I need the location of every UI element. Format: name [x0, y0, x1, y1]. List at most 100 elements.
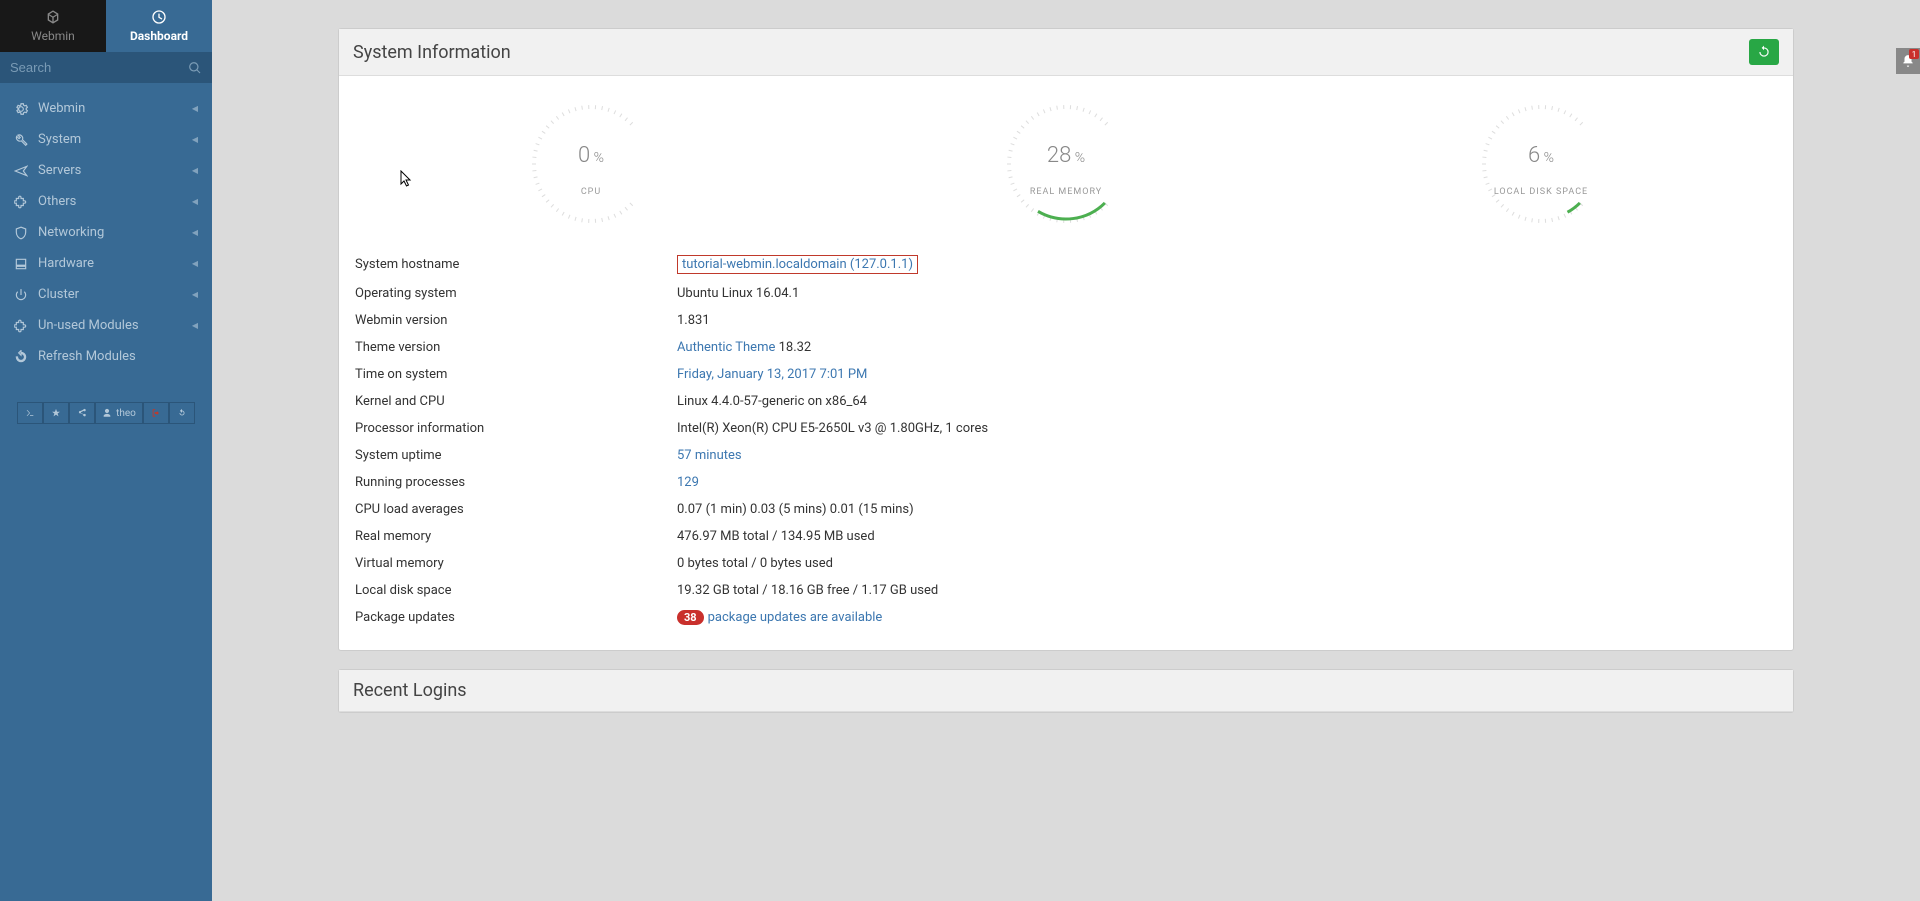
panel-sysinfo-header: System Information: [339, 29, 1793, 76]
share-button[interactable]: [69, 402, 95, 424]
shield-icon: [14, 226, 28, 240]
nav-item-label: Hardware: [38, 256, 94, 271]
tab-webmin-label: Webmin: [31, 29, 75, 43]
bottom-bar: theo: [0, 402, 212, 424]
gauge-mem: 28 % REAL MEMORY: [976, 94, 1156, 228]
panel-title: System Information: [353, 42, 511, 63]
chevron-left-icon: ◀: [192, 166, 198, 175]
search-input[interactable]: [10, 60, 188, 75]
notif-badge: 1: [1909, 49, 1919, 59]
sidebar-tabs: Webmin Dashboard: [0, 0, 212, 52]
search-icon[interactable]: [188, 61, 202, 75]
panel-sysinfo: System Information 0 % CPU 28 % REAL MEM…: [338, 28, 1794, 651]
info-table: System hostname tutorial-webmin.localdom…: [353, 248, 1779, 632]
uptime-value[interactable]: 57 minutes: [677, 448, 742, 463]
panel-sysinfo-body: 0 % CPU 28 % REAL MEMORY 6 % LOCAL DISK …: [339, 76, 1793, 650]
power-icon: [14, 288, 28, 302]
svg-text:0 %: 0 %: [578, 143, 604, 168]
virtmem-value: 0 bytes total / 0 bytes used: [677, 551, 1777, 576]
tab-dashboard[interactable]: Dashboard: [106, 0, 212, 52]
nav-item-label: Cluster: [38, 287, 79, 302]
logout-button[interactable]: [143, 402, 169, 424]
nav-item-webmin[interactable]: Webmin ◀: [0, 93, 212, 124]
nav-item-label: Un-used Modules: [38, 318, 139, 333]
webminver-label: Webmin version: [355, 308, 675, 333]
time-label: Time on system: [355, 362, 675, 387]
gauge-disk: 6 % LOCAL DISK SPACE: [1451, 94, 1631, 228]
refresh-icon: [14, 350, 28, 364]
nav-item-networking[interactable]: Networking ◀: [0, 217, 212, 248]
os-value: Ubuntu Linux 16.04.1: [677, 281, 1777, 306]
hostname-label: System hostname: [355, 250, 675, 279]
puzzle-icon: [14, 319, 28, 333]
localdisk-label: Local disk space: [355, 578, 675, 603]
nav-item-cluster[interactable]: Cluster ◀: [0, 279, 212, 310]
nav-item-label: Refresh Modules: [38, 349, 136, 364]
realmem-label: Real memory: [355, 524, 675, 549]
kernel-label: Kernel and CPU: [355, 389, 675, 414]
realmem-value: 476.97 MB total / 134.95 MB used: [677, 524, 1777, 549]
pkg-label: Package updates: [355, 605, 675, 630]
procs-value[interactable]: 129: [677, 475, 699, 490]
nav-item-refresh-modules[interactable]: Refresh Modules: [0, 341, 212, 372]
kernel-value: Linux 4.4.0-57-generic on x86_64: [677, 389, 1777, 414]
pkg-badge: 38: [677, 610, 704, 625]
virtmem-label: Virtual memory: [355, 551, 675, 576]
proc-value: Intel(R) Xeon(R) CPU E5-2650L v3 @ 1.80G…: [677, 416, 1777, 441]
chevron-left-icon: ◀: [192, 228, 198, 237]
themever-link[interactable]: Authentic Theme: [677, 340, 775, 355]
chevron-left-icon: ◀: [192, 135, 198, 144]
hostname-value[interactable]: tutorial-webmin.localdomain (127.0.1.1): [677, 255, 918, 274]
puzzle-icon: [14, 195, 28, 209]
chevron-left-icon: ◀: [192, 104, 198, 113]
recent-logins-title: Recent Logins: [353, 680, 467, 701]
load-value: 0.07 (1 min) 0.03 (5 mins) 0.01 (15 mins…: [677, 497, 1777, 522]
svg-text:LOCAL DISK SPACE: LOCAL DISK SPACE: [1494, 187, 1588, 197]
webmin-icon: [45, 9, 61, 25]
favorites-button[interactable]: [43, 402, 69, 424]
pkg-value: 38 package updates are available: [677, 605, 1777, 630]
chevron-left-icon: ◀: [192, 321, 198, 330]
gear-icon: [14, 102, 28, 116]
nav-item-label: System: [38, 132, 81, 147]
nav-item-system[interactable]: System ◀: [0, 124, 212, 155]
nav-item-label: Webmin: [38, 101, 85, 116]
wrench-icon: [14, 133, 28, 147]
nav-item-un-used-modules[interactable]: Un-used Modules ◀: [0, 310, 212, 341]
nav-item-label: Networking: [38, 225, 104, 240]
disk-icon: [14, 257, 28, 271]
nav-item-servers[interactable]: Servers ◀: [0, 155, 212, 186]
reload-button[interactable]: [169, 402, 195, 424]
pkg-link[interactable]: package updates are available: [708, 610, 883, 625]
refresh-button[interactable]: [1749, 39, 1779, 65]
os-label: Operating system: [355, 281, 675, 306]
svg-text:28 %: 28 %: [1047, 143, 1085, 168]
svg-text:CPU: CPU: [580, 187, 600, 197]
dashboard-icon: [151, 9, 167, 25]
procs-label: Running processes: [355, 470, 675, 495]
user-label: theo: [116, 408, 136, 419]
gauges: 0 % CPU 28 % REAL MEMORY 6 % LOCAL DISK …: [353, 94, 1779, 228]
main: System Information 0 % CPU 28 % REAL MEM…: [212, 0, 1920, 759]
tab-webmin[interactable]: Webmin: [0, 0, 106, 52]
panel-recent-logins-header[interactable]: Recent Logins: [339, 670, 1793, 712]
refresh-icon: [1757, 45, 1771, 59]
themever-label: Theme version: [355, 335, 675, 360]
notifications-button[interactable]: 1: [1896, 48, 1920, 74]
nav-item-others[interactable]: Others◀: [0, 186, 212, 217]
nav-item-label: Others: [38, 194, 76, 209]
terminal-button[interactable]: [17, 402, 43, 424]
chevron-left-icon: ◀: [192, 259, 198, 268]
svg-text:6 %: 6 %: [1528, 143, 1554, 168]
nav-item-label: Servers: [38, 163, 81, 178]
uptime-label: System uptime: [355, 443, 675, 468]
webminver-value: 1.831: [677, 308, 1777, 333]
nav-item-hardware[interactable]: Hardware ◀: [0, 248, 212, 279]
themever-value: Authentic Theme 18.32: [677, 335, 1777, 360]
localdisk-value: 19.32 GB total / 18.16 GB free / 1.17 GB…: [677, 578, 1777, 603]
time-value[interactable]: Friday, January 13, 2017 7:01 PM: [677, 367, 867, 382]
chevron-left-icon: ◀: [192, 290, 198, 299]
panel-recent-logins: Recent Logins: [338, 669, 1794, 713]
load-label: CPU load averages: [355, 497, 675, 522]
user-button[interactable]: theo: [95, 402, 143, 424]
